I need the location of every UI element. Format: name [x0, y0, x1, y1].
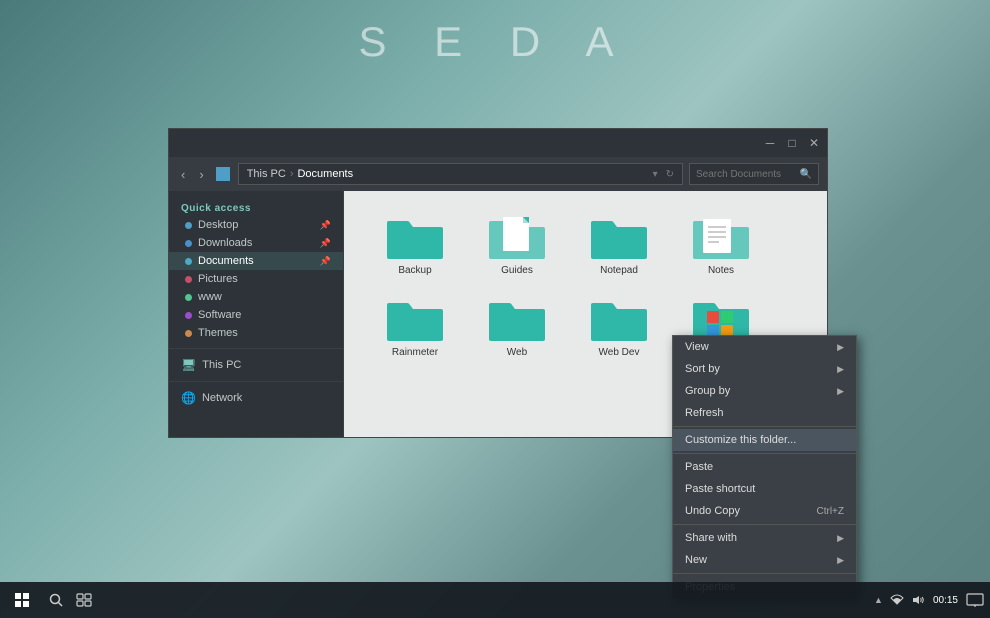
location-icon: [216, 167, 230, 181]
ctx-share-with[interactable]: Share with ▶: [673, 527, 856, 549]
documents-dot: [185, 258, 192, 265]
start-sq-2: [23, 593, 29, 599]
ctx-paste[interactable]: Paste: [673, 456, 856, 478]
sidebar-item-themes[interactable]: Themes: [169, 324, 343, 342]
folder-notepad[interactable]: Notepad: [574, 211, 664, 277]
folder-web-label: Web: [507, 346, 527, 359]
ctx-sep-4: [673, 573, 856, 574]
folder-notes-label: Notes: [708, 264, 734, 277]
search-box: 🔍: [689, 163, 819, 185]
breadcrumb-thispc[interactable]: This PC: [247, 168, 286, 180]
sidebar-item-downloads[interactable]: Downloads 📌: [169, 234, 343, 252]
volume-tray-icon: [911, 594, 925, 606]
network-tray-icon: [889, 594, 905, 606]
folder-backup[interactable]: Backup: [370, 211, 460, 277]
search-input[interactable]: [696, 169, 796, 180]
sidebar: Quick access Desktop 📌 Downloads 📌 Docum…: [169, 191, 344, 437]
start-grid-icon: [15, 593, 29, 607]
folder-rainmeter-label: Rainmeter: [392, 346, 438, 359]
ctx-sep-3: [673, 524, 856, 525]
pin-icon-documents: 📌: [320, 256, 331, 267]
search-icon: 🔍: [800, 169, 812, 180]
sidebar-item-documents[interactable]: Documents 📌: [169, 252, 343, 270]
breadcrumb-sep1: ›: [290, 168, 294, 180]
show-desktop-icon[interactable]: [966, 593, 984, 607]
title-bar: ─ □ ✕: [169, 129, 827, 157]
sidebar-item-desktop[interactable]: Desktop 📌: [169, 216, 343, 234]
taskbar-up-arrow[interactable]: ▲: [874, 595, 883, 605]
pictures-dot: [185, 276, 192, 283]
ctx-view[interactable]: View ▶: [673, 336, 856, 358]
context-menu: View ▶ Sort by ▶ Group by ▶ Refresh Cust…: [672, 335, 857, 599]
folder-guides[interactable]: Guides: [472, 211, 562, 277]
folder-rainmeter[interactable]: Rainmeter: [370, 293, 460, 372]
minimize-button[interactable]: ─: [763, 136, 777, 150]
start-button[interactable]: [6, 584, 38, 616]
ctx-undo-shortcut: Ctrl+Z: [817, 506, 845, 517]
folder-webdev[interactable]: Web Dev: [574, 293, 664, 372]
desktop-title: S E D A: [358, 18, 631, 66]
folder-guides-label: Guides: [501, 264, 533, 277]
ctx-sep-2: [673, 453, 856, 454]
ctx-group-by[interactable]: Group by ▶: [673, 380, 856, 402]
sidebar-item-network[interactable]: 🌐 Network: [169, 388, 343, 408]
taskbar-system-icons: ▲: [874, 594, 925, 606]
themes-dot: [185, 330, 192, 337]
start-sq-4: [23, 601, 29, 607]
folder-web[interactable]: Web: [472, 293, 562, 372]
ctx-sep-1: [673, 426, 856, 427]
downloads-dot: [185, 240, 192, 247]
taskbar-right: ▲ 00:15: [874, 593, 984, 607]
ctx-new-arrow: ▶: [837, 555, 844, 566]
ctx-groupby-arrow: ▶: [837, 386, 844, 397]
sidebar-item-thispc[interactable]: 🖥 This PC: [169, 355, 343, 375]
sidebar-divider-2: [169, 381, 343, 382]
taskbar-time: 00:15: [933, 595, 958, 606]
close-button[interactable]: ✕: [807, 136, 821, 150]
folder-backup-label: Backup: [398, 264, 431, 277]
www-dot: [185, 294, 192, 301]
start-sq-1: [15, 593, 21, 599]
sidebar-item-www[interactable]: www: [169, 288, 343, 306]
forward-button[interactable]: ›: [195, 165, 207, 184]
software-dot: [185, 312, 192, 319]
search-icon: [49, 593, 63, 607]
sidebar-item-software[interactable]: Software: [169, 306, 343, 324]
ctx-paste-shortcut[interactable]: Paste shortcut: [673, 478, 856, 500]
back-button[interactable]: ‹: [177, 165, 189, 184]
breadcrumb: This PC › Documents ▾ ↻: [238, 163, 683, 185]
sidebar-item-pictures[interactable]: Pictures: [169, 270, 343, 288]
desktop-dot: [185, 222, 192, 229]
ctx-undo-copy[interactable]: Undo Copy Ctrl+Z: [673, 500, 856, 522]
toolbar: ‹ › This PC › Documents ▾ ↻ 🔍: [169, 157, 827, 191]
ctx-share-arrow: ▶: [837, 533, 844, 544]
folder-notes[interactable]: Notes: [676, 211, 766, 277]
thispc-icon: 🖥: [181, 358, 196, 372]
ctx-view-arrow: ▶: [837, 342, 844, 353]
ctx-sort-by[interactable]: Sort by ▶: [673, 358, 856, 380]
taskbar-task-view-button[interactable]: [70, 586, 98, 614]
folder-webdev-label: Web Dev: [599, 346, 640, 359]
task-view-icon: [76, 593, 92, 607]
network-icon: 🌐: [181, 391, 196, 405]
maximize-button[interactable]: □: [785, 136, 799, 150]
ctx-new[interactable]: New ▶: [673, 549, 856, 571]
quick-access-label: Quick access: [169, 199, 343, 216]
taskbar: ▲ 00:15: [0, 582, 990, 618]
ctx-customize[interactable]: Customize this folder...: [673, 429, 856, 451]
pin-icon-desktop: 📌: [320, 220, 331, 231]
folder-notepad-label: Notepad: [600, 264, 638, 277]
refresh-icon[interactable]: ↻: [666, 169, 674, 180]
breadcrumb-documents[interactable]: Documents: [297, 168, 353, 180]
taskbar-search-button[interactable]: [42, 586, 70, 614]
breadcrumb-dropdown[interactable]: ▾: [653, 169, 658, 180]
start-sq-3: [15, 601, 21, 607]
sidebar-divider-1: [169, 348, 343, 349]
ctx-sortby-arrow: ▶: [837, 364, 844, 375]
pin-icon-downloads: 📌: [320, 238, 331, 249]
ctx-refresh[interactable]: Refresh: [673, 402, 856, 424]
